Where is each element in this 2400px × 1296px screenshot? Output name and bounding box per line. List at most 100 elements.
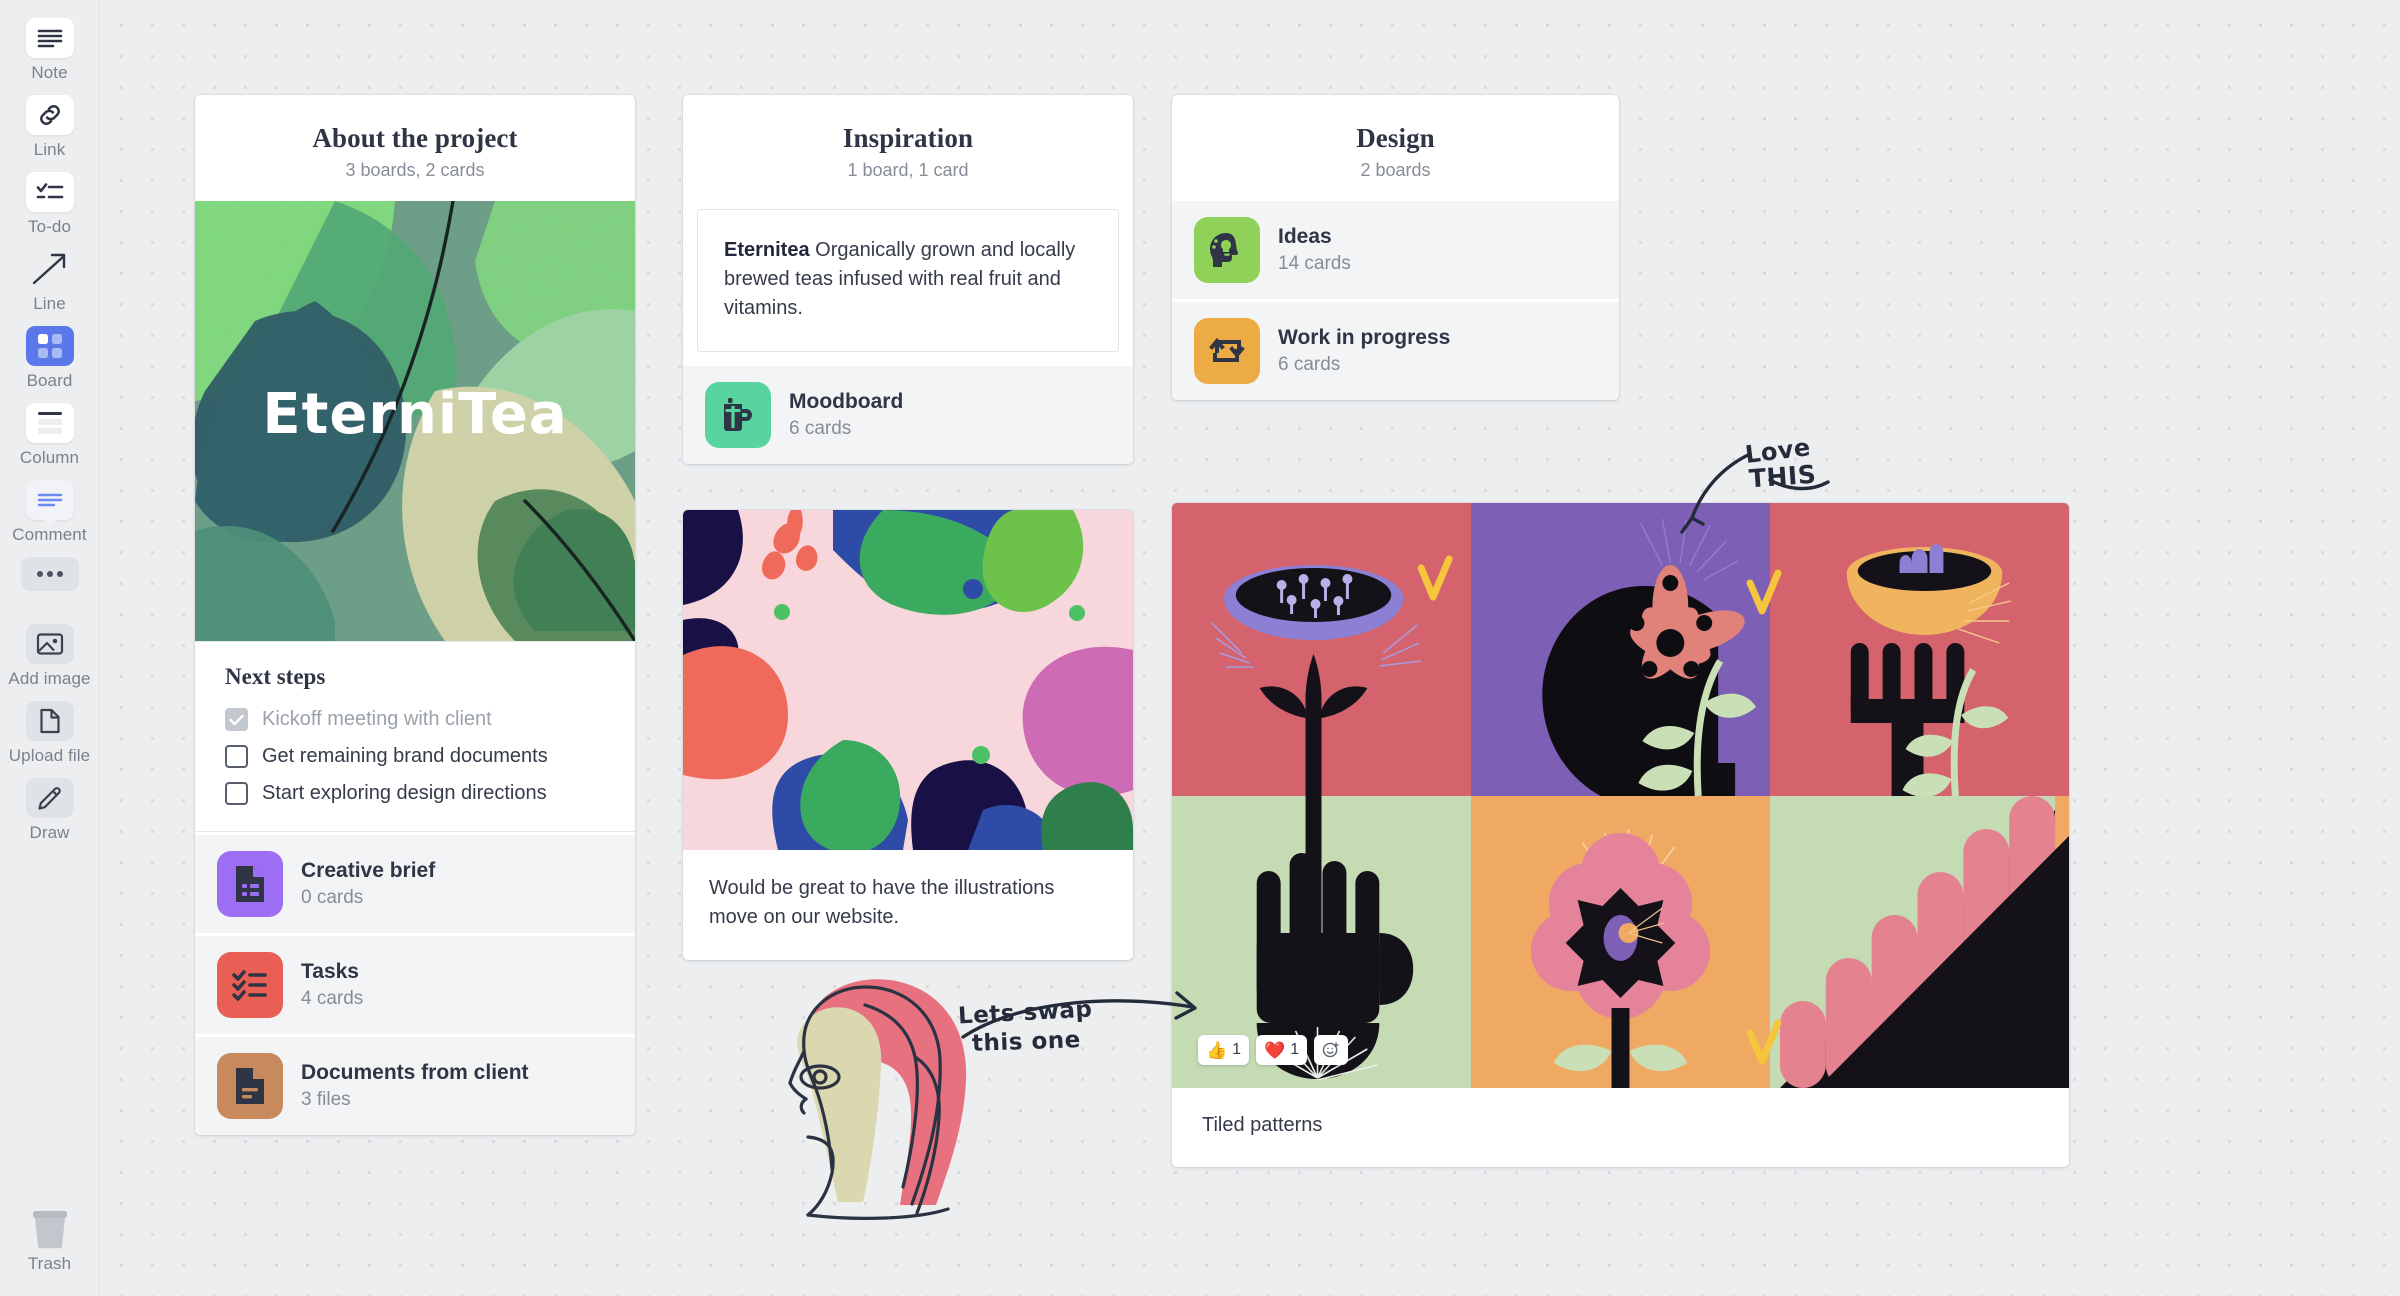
todo-item[interactable]: Start exploring design directions [225, 782, 605, 805]
board-item-tasks[interactable]: Tasks 4 cards [195, 936, 635, 1034]
board-count: 3 files [301, 1089, 351, 1110]
todo-item[interactable]: Get remaining brand documents [225, 745, 605, 768]
column-icon [25, 403, 74, 443]
about-subtitle: 3 boards, 2 cards [345, 160, 485, 180]
tool-column-label: Column [19, 448, 80, 467]
tiled-patterns-caption: Tiled patterns [1202, 1114, 1323, 1136]
more-dots-icon [20, 557, 79, 591]
checkbox-icon[interactable] [225, 745, 248, 768]
document-list-icon [217, 851, 283, 917]
note-lead: Eternitea [724, 239, 810, 261]
board-item-creative-brief[interactable]: Creative brief 0 cards [195, 835, 635, 933]
board-name: Tasks [301, 960, 359, 983]
tool-line[interactable]: Line [0, 249, 100, 314]
svg-text:EterniTea: EterniTea [262, 382, 567, 447]
todo-icon [25, 172, 74, 212]
todo-label: Start exploring design directions [262, 782, 547, 804]
board-text: Creative brief 0 cards [301, 859, 435, 909]
reaction-heart[interactable]: ❤️ 1 [1256, 1035, 1308, 1065]
lets-swap-line2: this one [971, 1027, 1082, 1057]
design-title: Design [1356, 123, 1435, 153]
tool-more[interactable] [0, 557, 100, 596]
add-reaction-button[interactable] [1314, 1035, 1349, 1065]
document-icon [217, 1053, 283, 1119]
column-inspiration[interactable]: Inspiration 1 board, 1 card Eternitea Or… [683, 95, 1133, 464]
board-count: 6 cards [1278, 354, 1341, 375]
head-idea-icon [1194, 217, 1260, 283]
column-design[interactable]: Design 2 boards Ideas 14 cards Work in p… [1172, 95, 1619, 400]
image-icon [25, 624, 74, 664]
board-name: Documents from client [301, 1061, 529, 1084]
todo-label: Kickoff meeting with client [262, 708, 492, 730]
reaction-thumbs-up[interactable]: 👍 1 [1198, 1035, 1250, 1065]
teapot-icon [705, 382, 771, 448]
tool-add-image-label: Add image [8, 669, 91, 688]
trash-icon [26, 1209, 74, 1249]
tool-draw[interactable]: Draw [0, 778, 100, 843]
tool-todo[interactable]: To-do [0, 172, 100, 237]
board-text: Work in progress 6 cards [1278, 326, 1450, 376]
column-about-the-project[interactable]: About the project 3 boards, 2 cards Eter… [195, 95, 635, 1135]
whiteboard-app: Note Link To-do Line Board Column Commen… [0, 0, 2400, 1296]
board-count: 14 cards [1278, 253, 1351, 274]
comment-icon [25, 480, 74, 527]
next-steps-panel: Next steps Kickoff meeting with client G… [195, 641, 635, 832]
tiled-patterns-image[interactable] [1172, 503, 2069, 1088]
link-icon [25, 95, 74, 135]
board-name: Work in progress [1278, 326, 1451, 349]
inspiration-subtitle: 1 board, 1 card [847, 160, 969, 180]
board-name: Ideas [1278, 225, 1332, 248]
board-text: Moodboard 6 cards [789, 390, 903, 440]
tool-trash-label: Trash [27, 1254, 72, 1273]
tool-board-label: Board [26, 371, 73, 390]
tool-comment[interactable]: Comment [0, 480, 100, 545]
board-text: Ideas 14 cards [1278, 225, 1351, 275]
add-reaction-icon [1322, 1042, 1339, 1058]
tool-trash[interactable]: Trash [0, 1209, 100, 1274]
note-card-eternitea[interactable]: Eternitea Organically grown and locally … [697, 209, 1119, 352]
reaction-count: 1 [1232, 1041, 1242, 1058]
board-item-ideas[interactable]: Ideas 14 cards [1172, 201, 1619, 299]
board-count: 6 cards [789, 418, 852, 439]
tool-link[interactable]: Link [0, 95, 100, 160]
note-icon [25, 18, 74, 58]
tool-draw-label: Draw [29, 823, 70, 842]
board-count: 4 cards [301, 988, 364, 1009]
tool-comment-label: Comment [12, 525, 87, 544]
card-illustration[interactable]: Would be great to have the illustrations… [683, 510, 1133, 960]
tool-column[interactable]: Column [0, 403, 100, 468]
tool-note-label: Note [31, 63, 68, 82]
heart-emoji: ❤️ [1264, 1040, 1286, 1060]
thumbs-up-emoji: 👍 [1206, 1040, 1228, 1060]
board-item-moodboard[interactable]: Moodboard 6 cards [683, 366, 1133, 464]
board-name: Moodboard [789, 390, 904, 413]
board-item-work-in-progress[interactable]: Work in progress 6 cards [1172, 302, 1619, 400]
checkbox-checked-icon[interactable] [225, 708, 248, 731]
tool-upload-file[interactable]: Upload file [0, 701, 100, 766]
tool-board[interactable]: Board [0, 326, 100, 391]
board-item-documents-from-client[interactable]: Documents from client 3 files [195, 1037, 635, 1135]
card-tiled-patterns[interactable]: Tiled patterns [1172, 503, 2069, 1167]
checkbox-icon[interactable] [225, 782, 248, 805]
illustration-caption: Would be great to have the illustrations… [709, 877, 1055, 928]
todo-label: Get remaining brand documents [262, 745, 548, 767]
page-title: About the project [312, 123, 518, 153]
design-subtitle: 2 boards [1360, 160, 1431, 180]
eternitea-hero-image[interactable]: EterniTea [195, 201, 635, 641]
tool-todo-label: To-do [27, 217, 72, 236]
board-text: Tasks 4 cards [301, 960, 363, 1010]
reaction-bar: 👍 1 ❤️ 1 [1198, 1035, 1349, 1065]
note-text: Eternitea Organically grown and locally … [724, 236, 1092, 323]
tool-link-label: Link [33, 140, 66, 159]
pencil-icon [25, 778, 74, 818]
tool-note[interactable]: Note [0, 18, 100, 83]
tool-line-label: Line [33, 294, 66, 313]
tool-sidebar: Note Link To-do Line Board Column Commen… [0, 0, 100, 1296]
inspiration-boards: Moodboard 6 cards [683, 352, 1133, 464]
tool-add-image[interactable]: Add image [0, 624, 100, 689]
floral-illustration-image[interactable] [683, 510, 1133, 850]
inspiration-title: Inspiration [842, 123, 974, 153]
next-steps-title: Next steps [225, 664, 326, 689]
board-text: Documents from client 3 files [301, 1061, 529, 1111]
todo-item[interactable]: Kickoff meeting with client [225, 708, 605, 731]
